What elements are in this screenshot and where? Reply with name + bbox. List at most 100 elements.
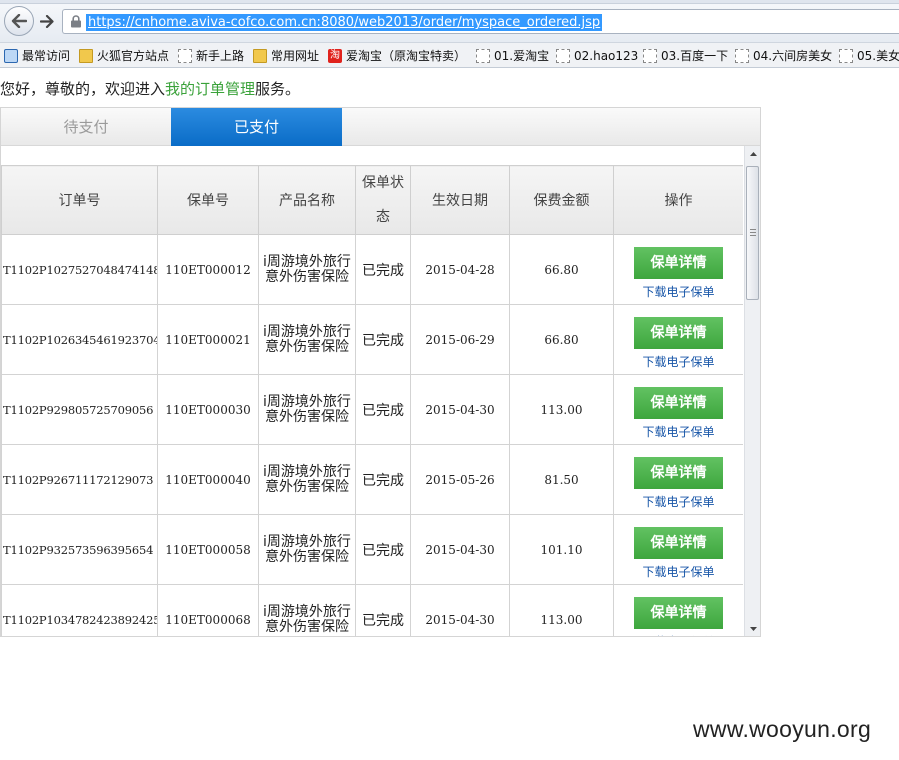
table-row: T1102P929805725709056 110ET000030 i周游境外旅行意… (1, 374, 743, 445)
page-icon (556, 49, 570, 63)
download-e-policy-link[interactable]: 下载电子保单 (614, 283, 743, 300)
download-e-policy-link[interactable]: 下载电子保单 (614, 563, 743, 580)
bookmark-label: 爱淘宝（原淘宝特卖） (346, 49, 467, 63)
table-row: T1102P1034782423892425 110ET000068 i周游境外旅行… (1, 584, 743, 636)
lock-icon (71, 15, 81, 28)
download-e-policy-link[interactable]: 下载电子保单 (614, 493, 743, 510)
most-visited-icon (4, 49, 18, 63)
scroll-down-button[interactable] (745, 621, 760, 636)
policy-detail-button[interactable]: 保单详情 (634, 527, 723, 559)
table-header-row: 订单号 保单号 产品名称 保单状态 生效日期 保费金额 操作 (1, 165, 743, 235)
page-icon (178, 49, 192, 63)
vertical-scrollbar[interactable] (744, 146, 760, 636)
header-order-no: 订单号 (1, 165, 158, 235)
url-text[interactable]: https://cnhome.aviva-cofco.com.cn:8080/w… (86, 14, 603, 31)
status-cell: 已完成 (355, 514, 411, 585)
bookmark-label: 01.爱淘宝 (494, 49, 550, 63)
scroll-up-button[interactable] (745, 146, 760, 162)
table-row: T1102P932573596395654 110ET000058 i周游境外旅行意… (1, 514, 743, 585)
greeting-text: 您好，尊敬的，欢迎进入我的订单管理服务。 (0, 78, 300, 99)
tab-paid[interactable]: 已支付 (171, 108, 342, 146)
policy-no-cell: 110ET000030 (157, 374, 259, 445)
scroll-up-arrow-icon (749, 152, 757, 156)
download-e-policy-link[interactable]: 下载电子保单 (614, 633, 743, 636)
effective-date-cell: 2015-04-28 (410, 234, 510, 305)
policy-no-cell: 110ET000068 (157, 584, 259, 636)
order-management-link[interactable]: 我的订单管理 (165, 80, 255, 98)
order-no-cell: T1102P932573596395654 (1, 514, 158, 585)
policy-detail-button[interactable]: 保单详情 (634, 247, 723, 279)
bookmark-label: 火狐官方站点 (97, 49, 170, 63)
scroll-thumb[interactable] (746, 166, 759, 300)
bookmark-label: 02.hao123 (574, 49, 639, 63)
premium-cell: 113.00 (509, 584, 614, 636)
bookmark-03-baidu[interactable]: 03.百度一下 (643, 46, 728, 66)
watermark: www.wooyun.org (693, 716, 872, 742)
header-status: 保单状态 (355, 165, 411, 235)
bookmark-04-6rooms[interactable]: 04.六间房美女 (735, 46, 832, 66)
product-name-cell: i周游境外旅行意外伤害保险 (258, 374, 356, 445)
header-action: 操作 (613, 165, 743, 235)
policy-no-cell: 110ET000040 (157, 444, 259, 515)
action-cell: 保单详情下载电子保单 (613, 444, 743, 515)
table-row: T1102P1026345461923704 110ET000021 i周游境外旅行… (1, 304, 743, 375)
bookmark-most-visited[interactable]: 最常访问 (4, 46, 70, 66)
folder-icon (79, 49, 93, 63)
bookmark-02-hao123[interactable]: 02.hao123 (556, 46, 638, 66)
premium-cell: 81.50 (509, 444, 614, 515)
status-cell: 已完成 (355, 444, 411, 515)
product-name-cell: i周游境外旅行意外伤害保险 (258, 304, 356, 375)
status-cell: 已完成 (355, 374, 411, 445)
order-tabs: 待支付 已支付 (1, 108, 760, 146)
table-row: T1102P1027527048474148 110ET000012 i周游境外旅行… (1, 234, 743, 305)
bookmark-label: 05.美女 (857, 49, 899, 63)
action-cell: 保单详情下载电子保单 (613, 374, 743, 445)
effective-date-cell: 2015-04-30 (410, 374, 510, 445)
download-e-policy-link[interactable]: 下载电子保单 (614, 423, 743, 440)
bookmark-firefox-official[interactable]: 火狐官方站点 (79, 46, 169, 66)
forward-button[interactable] (36, 9, 58, 33)
orders-table: 订单号 保单号 产品名称 保单状态 生效日期 保费金额 操作 T1102P102… (1, 165, 743, 636)
bookmark-01-ai-taobao[interactable]: 01.爱淘宝 (476, 46, 549, 66)
taobao-icon: 淘 (328, 49, 342, 63)
effective-date-cell: 2015-06-29 (410, 304, 510, 375)
premium-cell: 113.00 (509, 374, 614, 445)
download-e-policy-link[interactable]: 下载电子保单 (614, 353, 743, 370)
bookmark-label: 04.六间房美女 (753, 49, 833, 63)
product-name-cell: i周游境外旅行意外伤害保险 (258, 514, 356, 585)
policy-detail-button[interactable]: 保单详情 (634, 317, 723, 349)
page-icon (839, 49, 853, 63)
bookmarks-toolbar: 最常访问 火狐官方站点 新手上路 常用网址 淘 爱淘宝（原淘宝特卖） 01.爱淘… (0, 42, 899, 68)
bookmark-label: 03.百度一下 (661, 49, 729, 63)
product-name-cell: i周游境外旅行意外伤害保险 (258, 584, 356, 636)
policy-no-cell: 110ET000058 (157, 514, 259, 585)
status-cell: 已完成 (355, 234, 411, 305)
premium-cell: 101.10 (509, 514, 614, 585)
order-no-cell: T1102P929805725709056 (1, 374, 158, 445)
bookmark-label: 新手上路 (196, 49, 245, 63)
forward-arrow-icon (40, 14, 54, 28)
address-bar[interactable]: https://cnhome.aviva-cofco.com.cn:8080/w… (62, 9, 899, 34)
bookmark-getting-started[interactable]: 新手上路 (178, 46, 244, 66)
action-cell: 保单详情下载电子保单 (613, 514, 743, 585)
order-no-cell: T1102P926711172129073 (1, 444, 158, 515)
bookmark-common-sites[interactable]: 常用网址 (253, 46, 319, 66)
order-no-cell: T1102P1034782423892425 (1, 584, 158, 636)
policy-no-cell: 110ET000021 (157, 304, 259, 375)
order-no-cell: T1102P1027527048474148 (1, 234, 158, 305)
back-arrow-icon (11, 14, 27, 28)
back-button[interactable] (4, 6, 34, 36)
bookmark-05-meinv[interactable]: 05.美女 (839, 46, 899, 66)
tab-unpaid[interactable]: 待支付 (1, 108, 171, 146)
bookmark-ai-taobao-special[interactable]: 淘 爱淘宝（原淘宝特卖） (328, 46, 466, 66)
page-icon (643, 49, 657, 63)
action-cell: 保单详情下载电子保单 (613, 304, 743, 375)
policy-detail-button[interactable]: 保单详情 (634, 387, 723, 419)
orders-panel: 待支付 已支付 订单号 保单号 产品名称 保单状态 生效日期 保费金额 操作 T… (0, 107, 761, 637)
action-cell: 保单详情下载电子保单 (613, 584, 743, 636)
page-icon (476, 49, 490, 63)
premium-cell: 66.80 (509, 304, 614, 375)
effective-date-cell: 2015-05-26 (410, 444, 510, 515)
policy-detail-button[interactable]: 保单详情 (634, 597, 723, 629)
policy-detail-button[interactable]: 保单详情 (634, 457, 723, 489)
